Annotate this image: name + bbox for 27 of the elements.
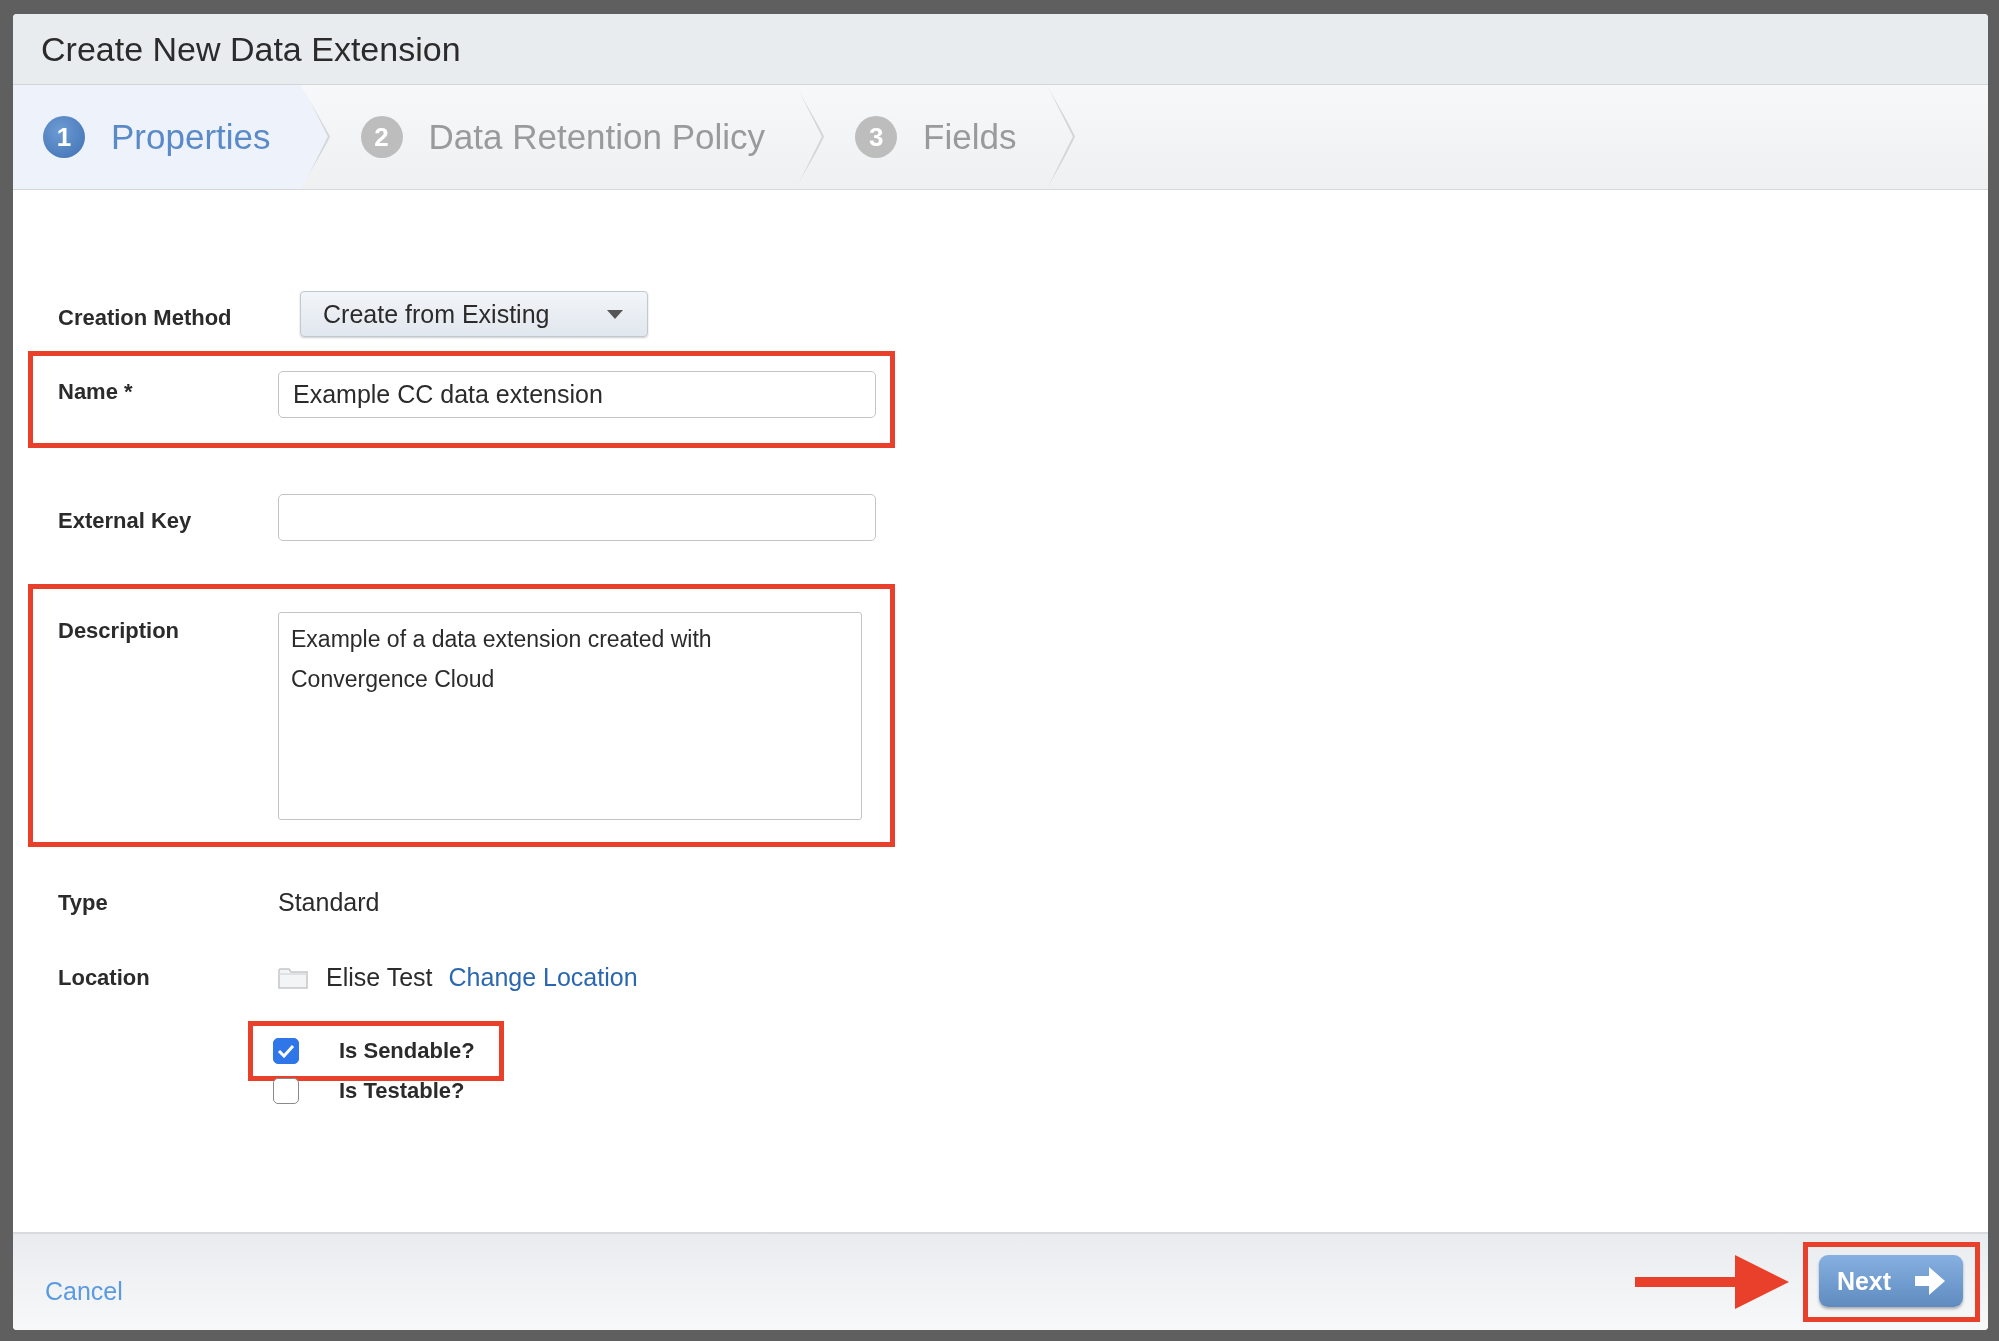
window-title: Create New Data Extension	[41, 29, 461, 69]
checkbox-label: Is Sendable?	[339, 1038, 475, 1064]
checkbox-label: Is Testable?	[339, 1078, 465, 1104]
checkbox[interactable]	[273, 1038, 299, 1064]
checkbox[interactable]	[273, 1078, 299, 1104]
type-value: Standard	[278, 888, 381, 917]
cancel-link[interactable]: Cancel	[45, 1276, 123, 1306]
field-label: Description	[58, 617, 181, 644]
caret-icon	[607, 309, 623, 319]
field-label: Location	[58, 964, 151, 991]
field-label: Type	[58, 889, 109, 916]
check-icon	[277, 1044, 295, 1058]
field-label: Name *	[58, 378, 134, 405]
next-button[interactable]: Next	[1819, 1255, 1963, 1307]
arrow-right-icon	[1915, 1267, 1946, 1295]
wizard-step-tab[interactable]: 2 Data Retention Policy	[330, 85, 826, 189]
text-field[interactable]	[278, 494, 876, 541]
wizard-step-tab[interactable]: 3 Fields	[825, 85, 1077, 189]
change-location-link[interactable]: Change Location	[448, 963, 638, 992]
field-label: External Key	[58, 507, 193, 534]
creation-method-dropdown[interactable]: Create from Existing	[300, 291, 648, 337]
text-field[interactable]: Example CC data extension	[278, 371, 876, 418]
folder-name: Elise Test	[326, 963, 433, 992]
description-field[interactable]: Example of a data extension created with Convergence Cloud	[278, 612, 862, 820]
folder-icon	[278, 966, 308, 989]
field-label: Creation Method	[58, 304, 233, 331]
wizard-step-tab[interactable]: 1 Properties	[13, 85, 331, 189]
